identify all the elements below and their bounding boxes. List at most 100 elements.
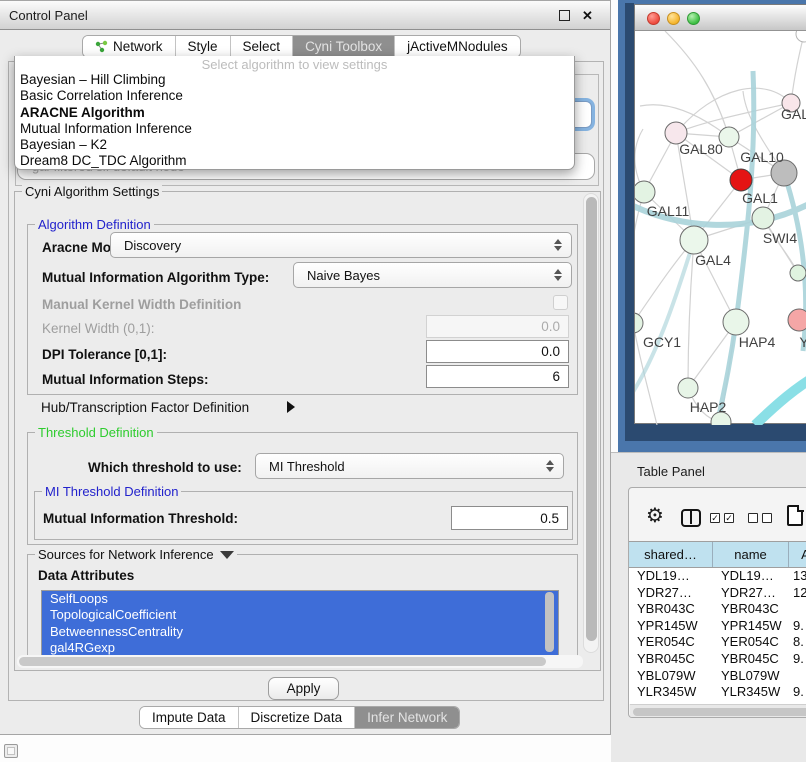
dropdown-item-highlighted[interactable]: ARACNE Algorithm [15,105,574,121]
apply-button[interactable]: Apply [268,677,339,700]
split-view-icon[interactable] [681,509,701,527]
node-label: HAP4 [739,334,776,350]
dpi-tolerance-label: DPI Tolerance [0,1]: [42,347,167,362]
mi-threshold-field[interactable]: 0.5 [451,506,568,530]
collapse-arrow-icon[interactable] [220,551,234,559]
stepper-icon [553,268,562,282]
dropdown-item[interactable]: Bayesian – Hill Climbing [15,72,574,88]
which-threshold-combobox[interactable]: MI Threshold [255,453,564,479]
gear-icon[interactable]: ⚙ [646,503,664,527]
manual-kernel-checkbox[interactable] [553,295,568,310]
list-item[interactable]: TopologicalCoefficient [42,607,558,623]
node-gal4[interactable] [680,226,708,254]
list-scrollbar[interactable] [545,592,554,652]
table-panel-title: Table Panel [637,464,705,479]
zoom-traffic-light-icon[interactable] [687,12,700,25]
table-header-row: shared… name A [629,542,806,568]
select-all-checkboxes-icon[interactable]: ✓✓ [710,513,734,523]
cyni-settings-caption: Cyni Algorithm Settings [22,184,162,199]
table-horizontal-scrollbar-thumb[interactable] [633,708,806,716]
cell: YPR145W [629,618,713,635]
node-unlabeled[interactable] [790,265,806,281]
cell [789,668,806,685]
cell: 12 [789,585,806,602]
list-item[interactable]: BetweennessCentrality [42,624,558,640]
tab-jactivemnodules-label: jActiveMNodules [407,39,508,54]
cell: YDL19… [713,568,789,585]
settings-horizontal-scrollbar-thumb[interactable] [19,657,546,666]
control-panel-titlebar: Control Panel ✕ [0,1,610,30]
cell: 8. [789,634,806,651]
table-row[interactable]: YDR27…YDR27…12 [629,585,806,602]
tab-select[interactable]: Select [231,36,294,57]
network-window-focus-frame [625,3,634,440]
column-header[interactable]: A [789,542,806,567]
list-item[interactable]: gal4RGexp [42,640,558,656]
deselect-all-checkboxes-icon[interactable] [748,513,772,523]
node-gcy1[interactable] [635,313,643,333]
cell: YDR27… [713,585,789,602]
node-label: GAL10 [740,149,784,165]
data-attributes-list[interactable]: SelfLoops TopologicalCoefficient Between… [41,590,559,656]
network-canvas[interactable]: GAL GAL80 GAL10 GAL1 GAL11 SWI4 GAL4 GCY… [635,31,806,425]
cell: YBL079W [629,668,713,685]
tab-jactivemnodules[interactable]: jActiveMNodules [395,36,520,57]
cell: YDR27… [629,585,713,602]
tab-cyni-toolbox[interactable]: Cyni Toolbox [293,36,395,57]
node-salmon[interactable] [788,309,806,331]
cell [789,601,806,618]
tab-style[interactable]: Style [176,36,231,57]
column-header[interactable]: shared… [629,542,713,567]
mi-steps-field[interactable]: 6 [426,365,569,388]
dropdown-item[interactable]: Basic Correlation Inference [15,88,574,104]
node-unlabeled[interactable] [796,31,806,42]
node-label: GAL80 [679,141,723,157]
tab-impute-data-label: Impute Data [152,710,226,725]
export-table-icon[interactable] [787,505,803,526]
dropdown-item[interactable]: Mutual Information Inference [15,121,574,137]
list-item[interactable]: SelfLoops [42,591,558,607]
dropdown-item[interactable]: Dream8 DC_TDC Algorithm [15,153,574,169]
mi-steps-label: Mutual Information Steps: [42,372,209,387]
node-swi4[interactable] [752,207,774,229]
minimized-panel-icon[interactable] [4,744,18,758]
cyni-algorithm-settings-group: Cyni Algorithm Settings Algorithm Defini… [14,191,601,671]
dropdown-hint: Select algorithm to view settings [15,57,574,72]
table-horizontal-scrollbar[interactable] [630,704,806,717]
node-hap4[interactable] [723,309,749,335]
aracne-mode-combobox[interactable]: Discovery [110,232,572,258]
dpi-tolerance-field[interactable]: 0.0 [426,340,569,363]
node-label: GAL [781,106,806,122]
tab-network[interactable]: Network [83,36,176,57]
close-traffic-light-icon[interactable] [647,12,660,25]
close-icon[interactable]: ✕ [581,9,594,22]
table-row[interactable]: YER054CYER054C8. [629,634,806,651]
network-window-titlebar[interactable] [635,5,806,31]
cell: YBR045C [713,651,789,668]
table-row[interactable]: YBR045CYBR045C9. [629,651,806,668]
table-row[interactable]: YDL19…YDL19…13 [629,568,806,585]
tab-impute-data[interactable]: Impute Data [140,707,239,728]
hub-definition-label[interactable]: Hub/Transcription Factor Definition [41,400,249,415]
cell: 13 [789,568,806,585]
node-gal1-selected-red[interactable] [730,169,752,191]
node-label: GAL4 [695,252,731,268]
dropdown-item[interactable]: Bayesian – K2 [15,137,574,153]
node-gal11[interactable] [635,181,655,203]
table-row[interactable]: YBL079WYBL079W [629,668,806,685]
table-row[interactable]: YPR145WYPR145W9. [629,618,806,635]
tab-discretize-data[interactable]: Discretize Data [239,707,356,728]
control-panel-window: Control Panel ✕ Network Style Select Cyn… [0,0,611,735]
settings-vertical-scrollbar-thumb[interactable] [586,197,597,641]
minimize-traffic-light-icon[interactable] [667,12,680,25]
table-row[interactable]: YBR043CYBR043C [629,601,806,618]
algorithm-definition-caption: Algorithm Definition [35,217,154,232]
expand-arrow-icon[interactable] [287,401,295,413]
tab-infer-network[interactable]: Infer Network [355,707,459,728]
cell: YER054C [713,634,789,651]
node-hap2[interactable] [678,378,698,398]
column-header[interactable]: name [713,542,789,567]
float-window-icon[interactable] [559,10,570,21]
mi-algorithm-type-combobox[interactable]: Naive Bayes [293,262,572,288]
table-row[interactable]: YLR345WYLR345W9. [629,684,806,701]
